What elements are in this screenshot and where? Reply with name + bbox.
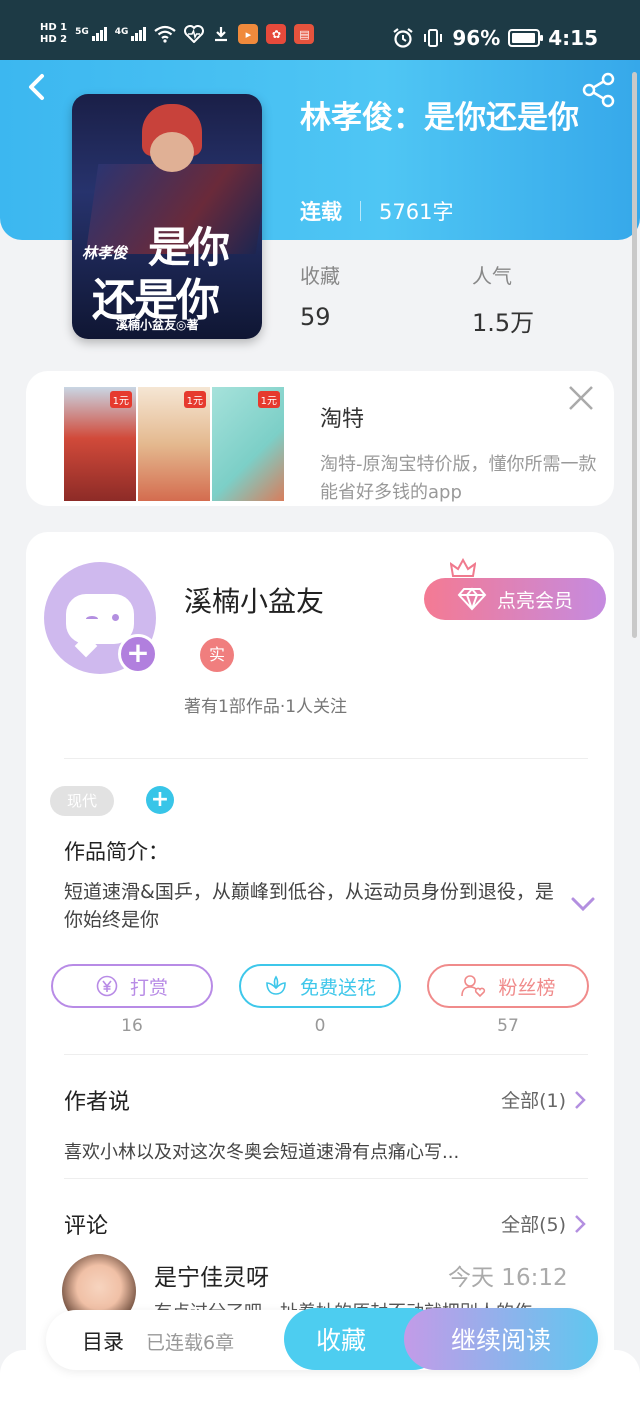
book-meta: 连载 5761字 xyxy=(300,196,453,226)
tip-count: 16 xyxy=(121,1016,143,1036)
hd2-label: HD 2 xyxy=(40,34,68,45)
flower-label: 免费送花 xyxy=(299,976,376,999)
stat-value: 59 xyxy=(300,303,331,331)
ad-title: 淘特 xyxy=(320,407,365,432)
continue-reading-button[interactable]: 继续阅读 xyxy=(404,1308,598,1370)
stat-label: 收藏 xyxy=(300,264,340,288)
author-says-more-link[interactable]: 全部(1) xyxy=(501,1086,586,1113)
fans-icon xyxy=(461,975,486,998)
vibrate-icon xyxy=(424,29,443,47)
crown-icon xyxy=(450,558,476,577)
commenter-name[interactable]: 是宁佳灵呀 xyxy=(154,1258,269,1292)
author-says-text[interactable]: 喜欢小林以及对这次冬奥会短道速滑有点痛心写... xyxy=(64,1138,564,1164)
signal-5g-icon: 5G xyxy=(75,27,107,41)
heart-pulse-icon xyxy=(184,25,205,43)
close-icon[interactable] xyxy=(566,383,596,413)
divider xyxy=(64,1054,588,1055)
word-count: 5761字 xyxy=(379,200,454,224)
comment-time: 今天 16:12 xyxy=(448,1265,568,1291)
divider xyxy=(64,758,588,759)
send-flower-button[interactable]: 免费送花 xyxy=(239,964,401,1008)
alarm-icon xyxy=(393,28,414,48)
status-left: HD 1 HD 2 5G 4G ▸ ✿ ▤ xyxy=(40,22,315,46)
flower-count: 0 xyxy=(314,1016,326,1036)
follow-author-button[interactable]: + xyxy=(118,634,158,674)
author-name[interactable]: 溪楠小盆友 xyxy=(184,580,324,620)
meta-divider xyxy=(360,201,361,221)
app-notification-icon: ▸ xyxy=(238,24,259,44)
more-label: 全部(1) xyxy=(501,1090,566,1112)
hd-indicator: HD 1 HD 2 xyxy=(40,22,67,46)
ad-image-panel: 1元 xyxy=(212,387,284,501)
add-tag-button[interactable]: + xyxy=(146,786,174,814)
tip-button[interactable]: 打赏 xyxy=(51,964,213,1008)
chevron-right-icon xyxy=(575,1214,586,1233)
genre-tag[interactable]: 现代 xyxy=(50,786,114,816)
cover-text-author-tag: 林孝俊 xyxy=(82,244,128,262)
fans-count: 57 xyxy=(497,1016,519,1036)
cover-text-credit: 溪楠小盆友◎著 xyxy=(116,318,199,332)
chevron-down-icon[interactable] xyxy=(570,894,596,914)
status-right: 96% 4:15 xyxy=(392,26,598,50)
ad-image: 1元 1元 1元 xyxy=(64,387,284,501)
stat-label: 人气 xyxy=(472,264,512,288)
favorites-stat: 收藏 59 xyxy=(300,260,340,331)
ad-banner[interactable]: 1元 1元 1元 淘特 淘特-原淘宝特价版，懂你所需一款能省好多钱的app xyxy=(26,371,614,506)
intro-text: 短道速滑&国乒，从巅峰到低谷，从运动员身份到退役，是你始终是你 xyxy=(64,881,554,931)
book-cover[interactable]: 林孝俊 是你 还是你 溪楠小盆友◎著 xyxy=(72,94,262,339)
avatar-eye xyxy=(86,616,98,622)
flower-icon xyxy=(266,975,286,995)
more-label: 全部(5) xyxy=(501,1214,566,1236)
continue-label: 继续阅读 xyxy=(450,1326,551,1355)
chevron-right-icon xyxy=(575,1090,586,1109)
stat-value: 1.5万 xyxy=(472,309,535,337)
comments-heading: 评论 xyxy=(64,1214,109,1239)
back-button[interactable] xyxy=(22,70,54,104)
intro-heading: 作品简介： xyxy=(64,840,169,864)
ad-image-panel: 1元 xyxy=(64,387,136,501)
book-title: 林孝俊：是你还是你 xyxy=(300,100,579,136)
battery-icon xyxy=(508,29,544,47)
wifi-icon xyxy=(154,25,177,43)
clock: 4:15 xyxy=(548,26,598,50)
divider xyxy=(64,1178,588,1179)
cover-face xyxy=(150,132,194,172)
toc-button[interactable]: 目录 xyxy=(82,1326,124,1356)
popularity-stat: 人气 1.5万 xyxy=(472,260,534,338)
hd1-label: HD 1 xyxy=(40,22,68,33)
avatar-eye xyxy=(112,614,119,621)
price-tag: 1元 xyxy=(183,391,206,408)
comments-more-link[interactable]: 全部(5) xyxy=(501,1210,586,1237)
status-bar: HD 1 HD 2 5G 4G ▸ ✿ ▤ 96% 4:15 xyxy=(0,0,640,60)
serial-status: 连载 xyxy=(300,200,342,224)
author-stats: 著有1部作品·1人关注 xyxy=(184,697,348,717)
signal-4g-icon: 4G xyxy=(115,27,147,41)
price-tag: 1元 xyxy=(109,391,132,408)
author-says-heading: 作者说 xyxy=(64,1090,131,1115)
sig2-label: 4G xyxy=(114,27,129,37)
ad-image-panel: 1元 xyxy=(138,387,210,501)
vip-button[interactable]: 点亮会员 xyxy=(424,578,606,620)
vip-label: 点亮会员 xyxy=(496,589,573,612)
app-notification-icon-3: ▤ xyxy=(294,24,315,44)
favorite-label: 收藏 xyxy=(315,1326,366,1355)
battery-percent: 96% xyxy=(452,26,501,50)
chat-bubble-icon xyxy=(66,594,134,644)
download-icon xyxy=(215,27,228,42)
price-tag: 1元 xyxy=(257,391,280,408)
fans-label: 粉丝榜 xyxy=(498,976,556,999)
diamond-icon xyxy=(457,587,487,611)
ad-description: 淘特-原淘宝特价版，懂你所需一款能省好多钱的app xyxy=(320,454,597,503)
verified-badge: 实 xyxy=(200,638,234,672)
sig1-label: 5G xyxy=(75,27,89,37)
tip-label: 打赏 xyxy=(129,976,168,999)
app-notification-icon-2: ✿ xyxy=(266,24,287,44)
yen-icon xyxy=(96,975,118,997)
chapter-count: 已连载6章 xyxy=(146,1332,235,1354)
fans-rank-button[interactable]: 粉丝榜 xyxy=(427,964,589,1008)
scrollbar[interactable] xyxy=(632,72,637,638)
